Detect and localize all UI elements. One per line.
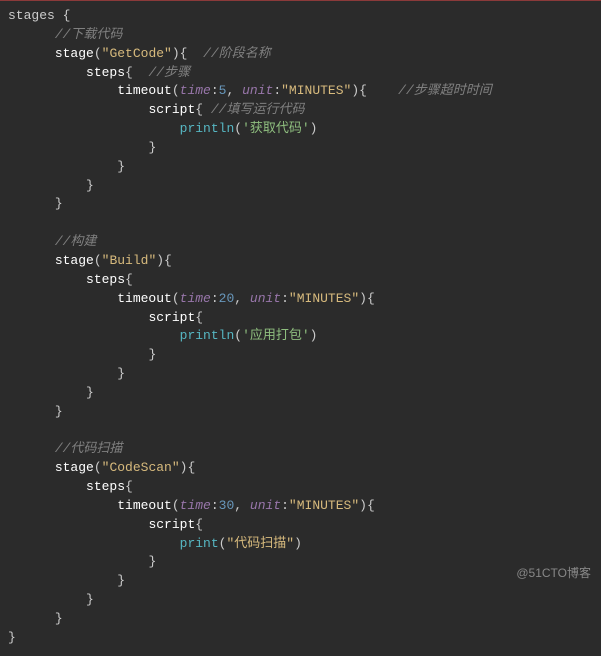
script-kw: script (148, 102, 195, 117)
time-key: time (180, 291, 211, 306)
println-arg: '应用打包' (242, 328, 310, 343)
unit-value: "MINUTES" (281, 83, 351, 98)
println-arg: '获取代码' (242, 121, 310, 136)
script-kw: script (148, 517, 195, 532)
print-call: print (180, 536, 219, 551)
unit-value: "MINUTES" (289, 498, 359, 513)
time-value: 30 (219, 498, 235, 513)
script-kw: script (148, 310, 195, 325)
code-block: stages { //下载代码 stage("GetCode"){ //阶段名称… (0, 1, 601, 656)
comment-download: //下载代码 (55, 27, 123, 42)
print-arg: "代码扫描" (226, 536, 294, 551)
println-call: println (180, 328, 235, 343)
watermark: @51CTO博客 (516, 565, 591, 582)
steps-kw: steps (86, 479, 125, 494)
comment-script: //填写运行代码 (211, 102, 305, 117)
comment-build: //构建 (55, 234, 97, 249)
time-value: 20 (219, 291, 235, 306)
stage-fn: stage (55, 460, 94, 475)
steps-kw: steps (86, 272, 125, 287)
unit-key: unit (250, 291, 281, 306)
stage-name-getcode: "GetCode" (102, 46, 172, 61)
keyword-stages: stages { (8, 8, 70, 23)
stage-name-codescan: "CodeScan" (102, 460, 180, 475)
time-key: time (180, 498, 211, 513)
unit-key: unit (250, 498, 281, 513)
time-key: time (180, 83, 211, 98)
unit-key: unit (242, 83, 273, 98)
stage-fn: stage (55, 253, 94, 268)
stage-fn: stage (55, 46, 94, 61)
println-call: println (180, 121, 235, 136)
comment-steps: //步骤 (148, 65, 190, 80)
comment-stage-name: //阶段名称 (203, 46, 271, 61)
comment-timeout: //步骤超时时间 (398, 83, 492, 98)
timeout-fn: timeout (117, 498, 172, 513)
timeout-fn: timeout (117, 83, 172, 98)
comment-codescan: //代码扫描 (55, 441, 123, 456)
steps-kw: steps (86, 65, 125, 80)
stage-name-build: "Build" (102, 253, 157, 268)
timeout-fn: timeout (117, 291, 172, 306)
unit-value: "MINUTES" (289, 291, 359, 306)
